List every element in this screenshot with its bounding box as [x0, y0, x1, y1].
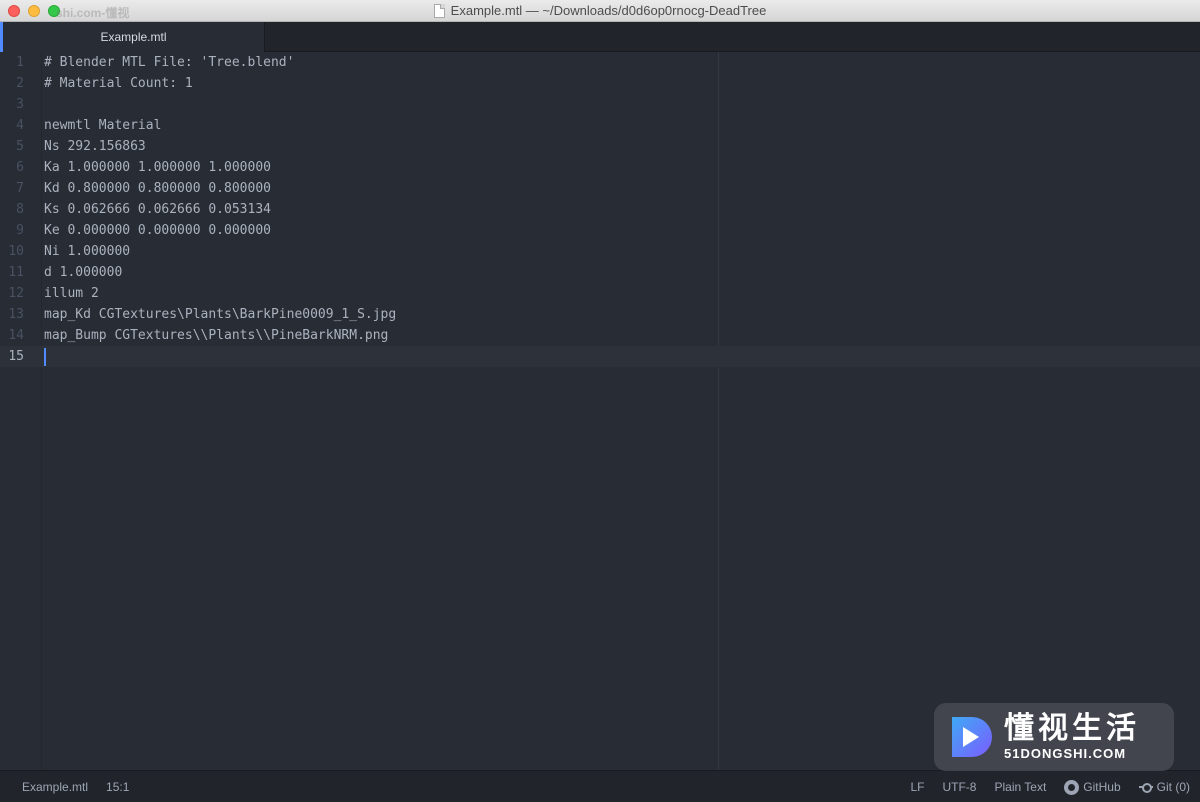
tab-bar: Example.mtl [0, 22, 1200, 52]
status-bar: Example.mtl 15:1 LF UTF-8 Plain Text Git… [0, 770, 1200, 802]
text-cursor [44, 348, 46, 366]
watermark-logo: 懂视生活 51DONGSHI.COM [934, 703, 1174, 771]
git-commit-icon [1138, 783, 1153, 793]
code-line[interactable]: 5 Ns 292.156863 [0, 136, 1200, 157]
title-bar: shi.com-懂视 Example.mtl — ~/Downloads/d0d… [0, 0, 1200, 22]
line-number: 3 [16, 97, 24, 112]
line-text: Ka 1.000000 1.000000 1.000000 [44, 160, 271, 175]
line-number: 9 [16, 223, 24, 238]
line-number: 5 [16, 139, 24, 154]
code-line[interactable]: 9 Ke 0.000000 0.000000 0.000000 [0, 220, 1200, 241]
status-git-button[interactable]: Git (0) [1138, 780, 1190, 794]
line-number: 4 [16, 118, 24, 133]
status-github-button[interactable]: GitHub [1064, 779, 1121, 795]
status-git-label: Git (0) [1156, 780, 1190, 794]
code-line[interactable]: 8 Ks 0.062666 0.062666 0.053134 [0, 199, 1200, 220]
line-number: 12 [8, 286, 24, 301]
line-text: map_Kd CGTextures\Plants\BarkPine0009_1_… [44, 307, 397, 322]
line-number: 11 [8, 265, 24, 280]
line-number: 10 [8, 244, 24, 259]
line-number: 8 [16, 202, 24, 217]
close-window-button[interactable] [8, 5, 20, 17]
editor-pane[interactable]: 1 # Blender MTL File: 'Tree.blend' 2 # Mate… [0, 52, 1200, 770]
line-text: map_Bump CGTextures\\Plants\\PineBarkNRM… [44, 328, 389, 343]
tab-example-mtl[interactable]: Example.mtl [0, 22, 265, 52]
status-file-name[interactable]: Example.mtl [22, 780, 88, 794]
window-controls [8, 5, 60, 17]
code-line[interactable]: 6 Ka 1.000000 1.000000 1.000000 [0, 157, 1200, 178]
status-grammar[interactable]: Plain Text [994, 780, 1046, 794]
status-github-label: GitHub [1083, 780, 1121, 794]
line-text: Ke 0.000000 0.000000 0.000000 [44, 223, 271, 238]
line-text: # Blender MTL File: 'Tree.blend' [44, 55, 295, 70]
minimize-window-button[interactable] [28, 5, 40, 17]
status-cursor-position[interactable]: 15:1 [106, 780, 129, 794]
code-line[interactable]: 1 # Blender MTL File: 'Tree.blend' [0, 52, 1200, 73]
line-text: Ni 1.000000 [44, 244, 131, 259]
line-number: 15 [8, 349, 24, 364]
github-icon [1064, 779, 1080, 795]
status-encoding[interactable]: UTF-8 [942, 780, 976, 794]
code-line[interactable]: 13 map_Kd CGTextures\Plants\BarkPine0009_… [0, 304, 1200, 325]
line-number: 7 [16, 181, 24, 196]
document-icon [433, 3, 445, 18]
code-line[interactable]: 12 illum 2 [0, 283, 1200, 304]
line-text: d 1.000000 [44, 265, 123, 280]
line-text: Kd 0.800000 0.800000 0.800000 [44, 181, 271, 196]
code-line[interactable]: 10 Ni 1.000000 [0, 241, 1200, 262]
line-text: illum 2 [44, 286, 99, 301]
line-text: Ks 0.062666 0.062666 0.053134 [44, 202, 271, 217]
line-number: 1 [16, 55, 24, 70]
line-number: 14 [8, 328, 24, 343]
line-text: # Material Count: 1 [44, 76, 193, 91]
line-number: 2 [16, 76, 24, 91]
code-line[interactable]: 4 newmtl Material [0, 115, 1200, 136]
code-line[interactable]: 2 # Material Count: 1 [0, 73, 1200, 94]
line-text: Ns 292.156863 [44, 139, 146, 154]
line-number: 13 [8, 307, 24, 322]
code-line[interactable]: 14 map_Bump CGTextures\\Plants\\PineBarkN… [0, 325, 1200, 346]
line-number: 6 [16, 160, 24, 175]
watermark-en: 51DONGSHI.COM [1004, 746, 1127, 761]
watermark-cn: 懂视生活 [1004, 712, 1140, 745]
status-line-ending[interactable]: LF [910, 780, 924, 794]
code-line[interactable]: 3 [0, 94, 1200, 115]
code-line[interactable]: 11 d 1.000000 [0, 262, 1200, 283]
code-line[interactable]: 15 [0, 346, 1200, 367]
window-title: Example.mtl — ~/Downloads/d0d6op0rnocg-D… [450, 3, 767, 18]
code-line[interactable]: 7 Kd 0.800000 0.800000 0.800000 [0, 178, 1200, 199]
watermark-play-icon [952, 717, 992, 757]
line-text: newmtl Material [44, 118, 162, 133]
watermark-text-top: shi.com-懂视 [56, 6, 130, 20]
